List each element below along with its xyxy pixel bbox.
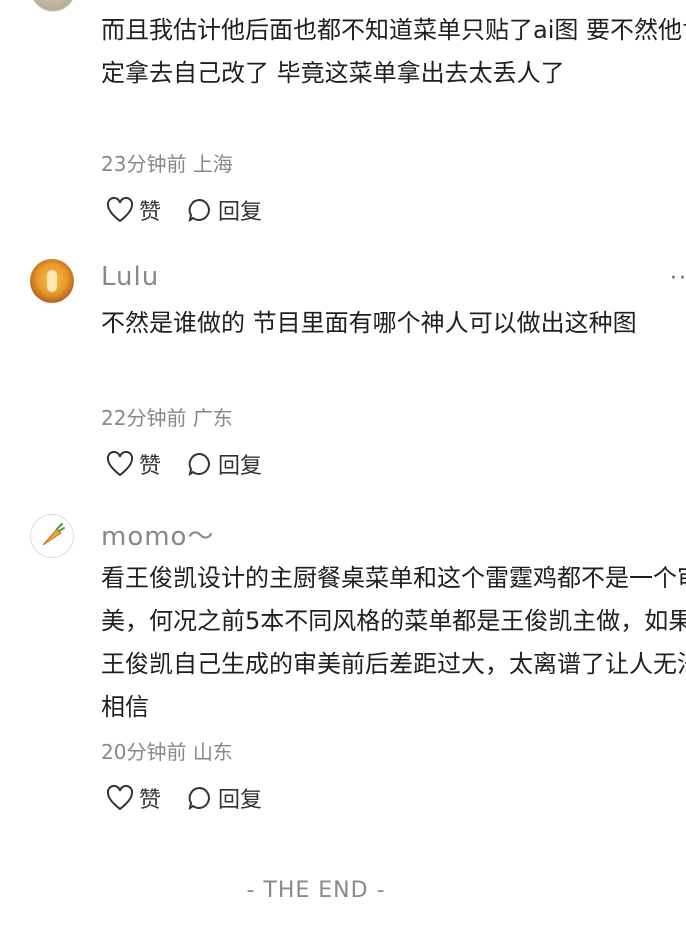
reply-button[interactable]: 回复 bbox=[187, 448, 262, 480]
heart-outline-icon bbox=[106, 451, 134, 477]
comment-actions: 赞 回复 bbox=[106, 194, 288, 226]
username[interactable]: momo～ bbox=[101, 516, 214, 553]
speech-bubble-icon bbox=[188, 452, 210, 477]
comment-time: 22分钟前 bbox=[101, 406, 187, 430]
comment-time: 20分钟前 bbox=[101, 740, 187, 764]
like-button[interactable]: 赞 bbox=[106, 448, 161, 480]
like-label: 赞 bbox=[139, 200, 162, 225]
speech-bubble-icon bbox=[188, 198, 210, 223]
like-button[interactable]: 赞 bbox=[106, 782, 161, 814]
comment-location: 山东 bbox=[192, 740, 233, 764]
avatar[interactable] bbox=[30, 259, 74, 303]
carrot-icon bbox=[42, 523, 65, 546]
end-marker: - THE END - bbox=[246, 878, 386, 903]
comment-actions: 赞 回复 bbox=[106, 448, 288, 480]
reply-button[interactable]: 回复 bbox=[187, 194, 262, 226]
like-label: 赞 bbox=[139, 788, 162, 813]
reply-label: 回复 bbox=[218, 788, 263, 813]
comment-text: 而且我估计他后面也都不知道菜单只贴了ai图 要不然他肯定拿去自己改了 毕竟这菜单… bbox=[101, 16, 686, 87]
comment-actions: 赞 回复 bbox=[106, 782, 288, 814]
heart-outline-icon bbox=[106, 785, 134, 811]
username[interactable]: Lulu bbox=[101, 262, 159, 292]
comment-location: 广东 bbox=[192, 406, 233, 430]
comment-text: 不然是谁做的 节目里面有哪个神人可以做出这种图 bbox=[101, 309, 637, 337]
reply-button[interactable]: 回复 bbox=[187, 782, 262, 814]
more-dots-icon[interactable]: ·· bbox=[670, 266, 686, 291]
speech-bubble-icon bbox=[188, 786, 210, 811]
reply-label: 回复 bbox=[218, 454, 263, 479]
comment-meta: 23分钟前 上海 bbox=[101, 148, 233, 177]
comment-time: 23分钟前 bbox=[101, 152, 187, 176]
like-button[interactable]: 赞 bbox=[106, 194, 161, 226]
like-label: 赞 bbox=[139, 454, 162, 479]
comment-location: 上海 bbox=[192, 152, 233, 176]
avatar[interactable] bbox=[30, 514, 74, 558]
avatar[interactable] bbox=[30, 0, 76, 12]
comment-meta: 22分钟前 广东 bbox=[101, 402, 233, 431]
comment-text: 看王俊凯设计的主厨餐桌菜单和这个雷霆鸡都不是一个审美，何况之前5本不同风格的菜单… bbox=[101, 564, 686, 721]
heart-outline-icon bbox=[106, 197, 134, 223]
reply-label: 回复 bbox=[218, 200, 263, 225]
comment-meta: 20分钟前 山东 bbox=[101, 736, 233, 765]
